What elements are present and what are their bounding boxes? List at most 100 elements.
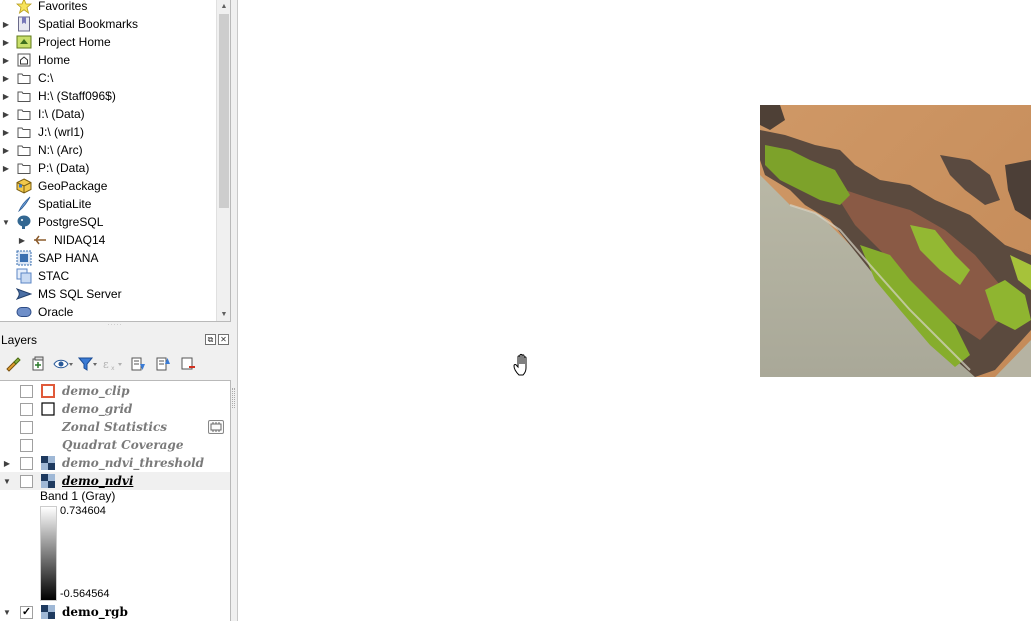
- project-home-icon: [15, 34, 33, 50]
- filter-icon[interactable]: [75, 353, 100, 375]
- expand-all-icon[interactable]: [125, 353, 150, 375]
- browser-item-favorites[interactable]: Favorites: [0, 0, 216, 15]
- browser-panel: Favorites ▶ Spatial Bookmarks ▶ Project …: [0, 0, 231, 322]
- layer-row-demo-grid[interactable]: demo_grid: [0, 400, 230, 418]
- expand-arrow-icon[interactable]: ▶: [0, 74, 12, 83]
- browser-item-drive-i[interactable]: ▶ I:\ (Data): [0, 105, 216, 123]
- folder-icon: [15, 70, 33, 86]
- browser-item-spatial-bookmarks[interactable]: ▶ Spatial Bookmarks: [0, 15, 216, 33]
- browser-item-nidaq14[interactable]: ▶ NIDAQ14: [16, 231, 230, 249]
- svg-text:ε: ε: [103, 358, 109, 371]
- close-panel-button[interactable]: ✕: [218, 334, 229, 345]
- browser-item-spatialite[interactable]: SpatiaLite: [0, 195, 216, 213]
- collapse-arrow-icon[interactable]: ▼: [2, 477, 12, 486]
- layers-scrollbar[interactable]: [231, 380, 237, 621]
- browser-item-stac[interactable]: STAC: [0, 267, 216, 285]
- remove-layer-icon[interactable]: [175, 353, 200, 375]
- expand-arrow-icon[interactable]: ▶: [0, 20, 12, 29]
- panel-splitter[interactable]: ·····: [104, 322, 126, 328]
- layers-toolbar: εx: [0, 352, 231, 376]
- layer-row-demo-ndvi-threshold[interactable]: ▶ demo_ndvi_threshold: [0, 454, 230, 472]
- home-folder-icon: [15, 52, 33, 68]
- layer-name: Zonal Statistics: [62, 420, 168, 434]
- expand-arrow-icon[interactable]: ▶: [0, 146, 12, 155]
- ramp-max-value: 0.734604: [60, 505, 106, 517]
- browser-item-drive-j[interactable]: ▶ J:\ (wrl1): [0, 123, 216, 141]
- collapse-arrow-icon[interactable]: ▼: [2, 608, 12, 617]
- collapse-all-icon[interactable]: [150, 353, 175, 375]
- expand-arrow-icon[interactable]: ▶: [0, 92, 12, 101]
- layer-row-quadrat-coverage[interactable]: Quadrat Coverage: [0, 436, 230, 454]
- layer-row-zonal-statistics[interactable]: Zonal Statistics: [0, 418, 230, 436]
- browser-item-drive-n[interactable]: ▶ N:\ (Arc): [0, 141, 216, 159]
- browser-item-label: STAC: [38, 269, 70, 283]
- raster-image-demo-rgb: [760, 105, 1031, 377]
- layer-visibility-checkbox-checked[interactable]: ✓: [20, 605, 33, 619]
- layer-row-demo-ndvi[interactable]: ▼ demo_ndvi: [0, 472, 230, 490]
- visibility-eye-icon[interactable]: [50, 353, 75, 375]
- scroll-grip[interactable]: [232, 388, 235, 408]
- layer-visibility-checkbox[interactable]: [20, 402, 33, 416]
- oracle-icon: [15, 304, 33, 320]
- polygon-red-outline-icon: [40, 383, 56, 399]
- browser-item-drive-h[interactable]: ▶ H:\ (Staff096$): [0, 87, 216, 105]
- browser-item-label: Project Home: [38, 35, 111, 49]
- browser-item-drive-c[interactable]: ▶ C:\: [0, 69, 216, 87]
- mssql-icon: [15, 286, 33, 302]
- sap-hana-icon: [15, 250, 33, 266]
- ramp-min-value: -0.564564: [60, 588, 110, 600]
- browser-item-drive-p[interactable]: ▶ P:\ (Data): [0, 159, 216, 177]
- layer-row-demo-clip[interactable]: demo_clip: [0, 382, 230, 400]
- layer-visibility-checkbox[interactable]: [20, 456, 33, 470]
- browser-item-geopackage[interactable]: GeoPackage: [0, 177, 216, 195]
- expand-arrow-icon[interactable]: ▶: [16, 236, 28, 245]
- color-ramp-legend: [40, 506, 57, 601]
- polygon-black-outline-icon: [40, 401, 56, 417]
- browser-item-label: H:\ (Staff096$): [38, 89, 116, 103]
- browser-item-mssql[interactable]: MS SQL Server: [0, 285, 216, 303]
- browser-item-label: SpatiaLite: [38, 197, 92, 211]
- band-label: Band 1 (Gray): [40, 489, 116, 503]
- raster-icon: [40, 604, 56, 620]
- layer-name: Quadrat Coverage: [62, 438, 184, 452]
- geopackage-icon: [15, 178, 33, 194]
- browser-item-project-home[interactable]: ▶ Project Home: [0, 33, 216, 51]
- browser-item-label: Oracle: [38, 305, 74, 319]
- browser-scrollbar[interactable]: ▲ ▼: [216, 0, 230, 321]
- expand-arrow-icon[interactable]: ▶: [0, 38, 12, 47]
- browser-item-postgresql[interactable]: ▼ PostgreSQL: [0, 213, 216, 231]
- browser-item-label: GeoPackage: [38, 179, 108, 193]
- postgresql-icon: [15, 214, 33, 230]
- map-canvas[interactable]: [238, 0, 1034, 621]
- scroll-up-icon[interactable]: ▲: [217, 0, 230, 14]
- memory-layer-icon[interactable]: [208, 420, 224, 434]
- browser-item-oracle[interactable]: Oracle: [0, 303, 216, 321]
- expand-arrow-icon[interactable]: ▶: [2, 459, 12, 468]
- browser-item-home[interactable]: ▶ Home: [0, 51, 216, 69]
- expand-arrow-icon[interactable]: ▶: [0, 128, 12, 137]
- expression-filter-icon: εx: [100, 353, 125, 375]
- expand-arrow-icon[interactable]: ▶: [0, 56, 12, 65]
- expand-arrow-icon[interactable]: ▶: [0, 164, 12, 173]
- layer-visibility-checkbox[interactable]: [20, 384, 33, 398]
- svg-text:x: x: [111, 365, 115, 371]
- layer-visibility-checkbox[interactable]: [20, 474, 33, 488]
- expand-arrow-icon[interactable]: ▶: [0, 110, 12, 119]
- raster-icon: [40, 455, 56, 471]
- browser-item-label: Favorites: [38, 0, 88, 13]
- spatialite-icon: [15, 196, 33, 212]
- browser-item-label: SAP HANA: [38, 251, 99, 265]
- layer-row-demo-rgb[interactable]: ▼ ✓ demo_rgb: [0, 603, 230, 621]
- layer-visibility-checkbox[interactable]: [20, 438, 33, 452]
- collapse-arrow-icon[interactable]: ▼: [0, 218, 12, 227]
- layer-name: demo_ndvi_threshold: [62, 456, 205, 470]
- layer-visibility-checkbox[interactable]: [20, 420, 33, 434]
- scroll-thumb[interactable]: [219, 14, 229, 208]
- browser-item-sap-hana[interactable]: SAP HANA: [0, 249, 216, 267]
- scroll-down-icon[interactable]: ▼: [217, 308, 230, 321]
- browser-item-label: MS SQL Server: [38, 287, 122, 301]
- pan-hand-cursor-icon: [512, 353, 534, 377]
- add-group-icon[interactable]: [25, 353, 50, 375]
- float-panel-button[interactable]: ⧉: [205, 334, 216, 345]
- style-brush-icon[interactable]: [0, 353, 25, 375]
